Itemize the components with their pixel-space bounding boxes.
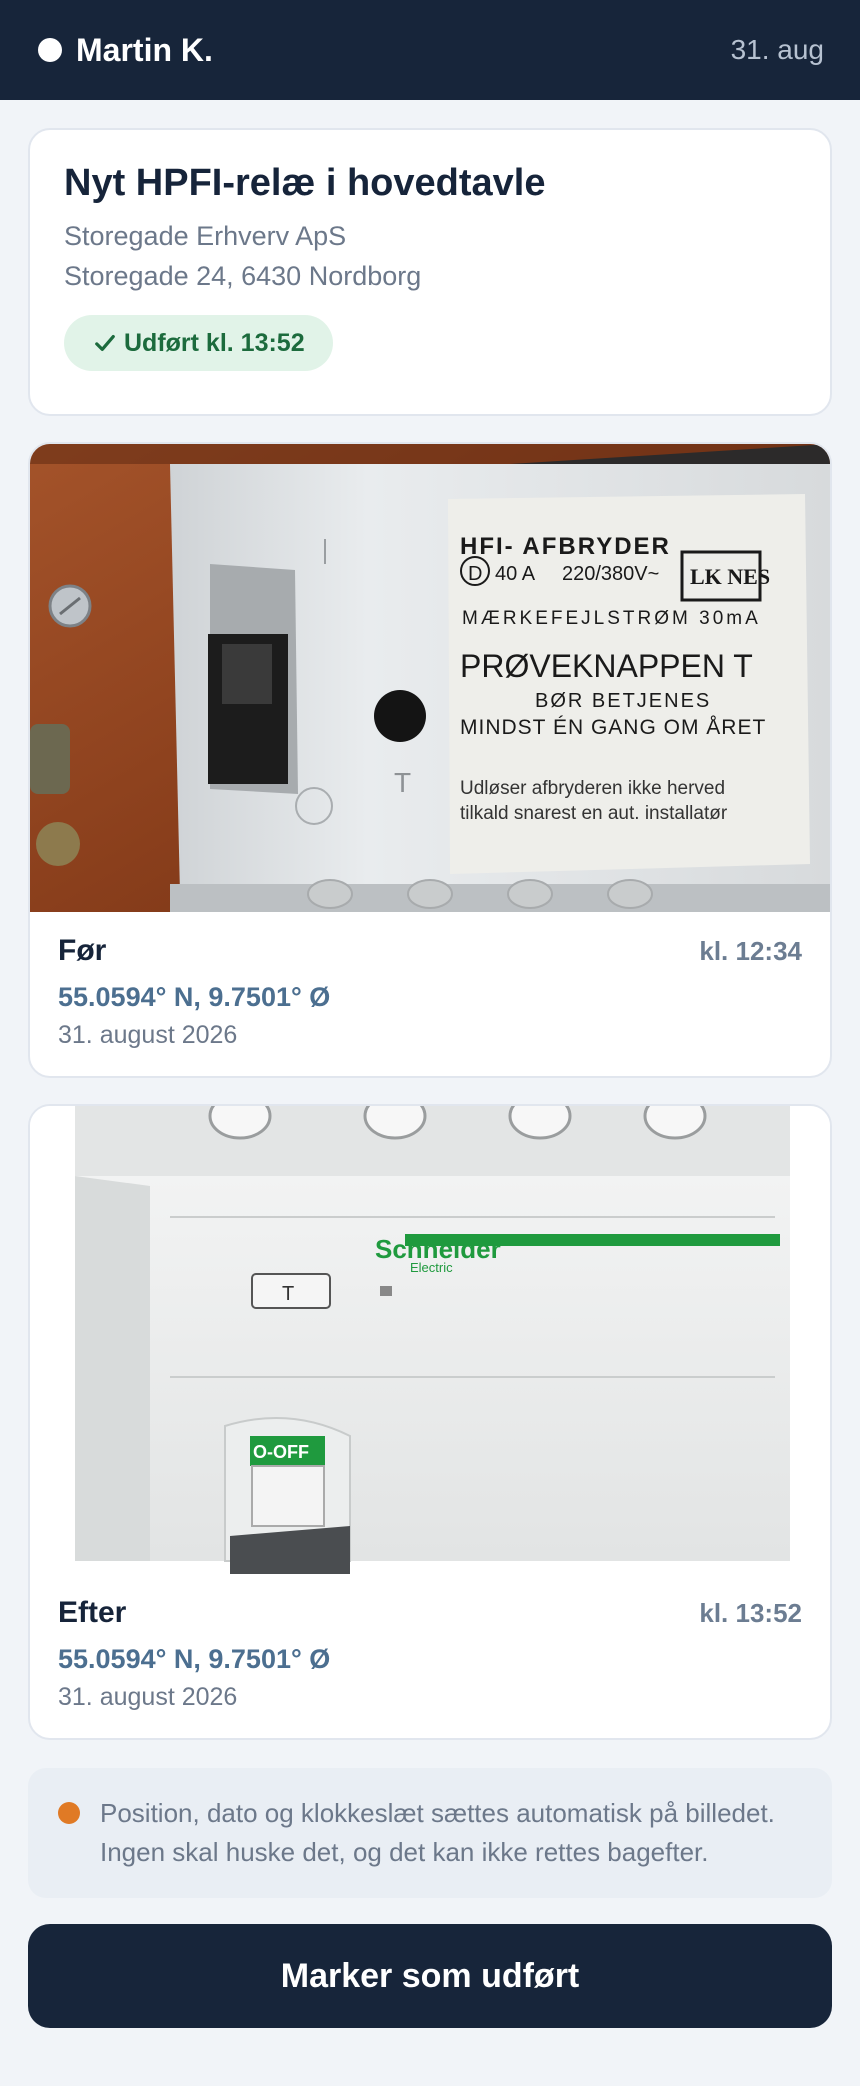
- info-note: Position, dato og klokkeslæt sættes auto…: [28, 1768, 832, 1898]
- info-note-text: Position, dato og klokkeslæt sættes auto…: [100, 1798, 775, 1867]
- top-bar: Martin K. 31. aug: [0, 0, 860, 100]
- label-line-8: MINDST ÉN GANG OM ÅRET: [460, 716, 766, 739]
- photo-time: kl. 12:34: [699, 936, 802, 966]
- photo-card-after: Schneider Electric T O-OFF Efter kl. 13:…: [28, 1104, 832, 1740]
- label-line-5: MÆRKEFEJLSTRØM 30mA: [462, 608, 761, 629]
- photo-coords: 55.0594° N, 9.7501° Ø: [58, 982, 331, 1012]
- test-button-mark: T: [394, 767, 411, 798]
- photo-label: Før: [58, 934, 107, 967]
- job-address: Storegade 24, 6430 Nordborg: [64, 261, 422, 291]
- mark-done-button[interactable]: Marker som udført: [28, 1924, 832, 2028]
- schneider-breaker-image: Schneider Electric T O-OFF: [30, 1106, 830, 1574]
- label-line-9: Udløser afbryderen ikke herved: [460, 778, 725, 799]
- label-line-2: D: [468, 563, 482, 585]
- status-text: Udført kl. 13:52: [124, 328, 305, 357]
- user-info: Martin K.: [38, 32, 213, 69]
- job-title: Nyt HPFI-relæ i hovedtavle: [64, 162, 546, 204]
- check-icon: [95, 334, 115, 352]
- label-line-6: PRØVEKNAPPEN T: [460, 648, 753, 684]
- photo-label: Efter: [58, 1596, 127, 1629]
- test-button-label: T: [282, 1283, 294, 1305]
- user-status-dot: [38, 38, 62, 62]
- after-photo[interactable]: Schneider Electric T O-OFF: [30, 1106, 830, 1574]
- schneider-logo-sub: Electric: [410, 1260, 453, 1275]
- lk-nes-logo: LK NES: [690, 564, 770, 589]
- label-line-4: 220/380V~: [562, 563, 659, 585]
- info-dot-icon: [58, 1802, 80, 1824]
- user-name: Martin K.: [76, 31, 213, 68]
- label-line-7: BØR BETJENES: [535, 690, 711, 712]
- off-label: O-OFF: [253, 1442, 309, 1462]
- header-date: 31. aug: [730, 34, 824, 65]
- photo-time: kl. 13:52: [699, 1598, 802, 1628]
- label-line-10: tilkald snarest en aut. installatør: [460, 803, 728, 824]
- after-meta: Efter kl. 13:52 55.0594° N, 9.7501° Ø 31…: [30, 1574, 830, 1712]
- label-line-3: 40 A: [495, 563, 536, 585]
- hfi-breaker-image: T HFI- AFBRYDER D 40 A 220/380V~ LK NES …: [30, 444, 830, 912]
- before-meta: Før kl. 12:34 55.0594° N, 9.7501° Ø 31. …: [30, 912, 830, 1050]
- before-photo[interactable]: T HFI- AFBRYDER D 40 A 220/380V~ LK NES …: [30, 444, 830, 912]
- label-line-1: HFI- AFBRYDER: [460, 533, 671, 560]
- photo-coords: 55.0594° N, 9.7501° Ø: [58, 1644, 331, 1674]
- job-company: Storegade Erhverv ApS: [64, 221, 347, 251]
- job-card: Nyt HPFI-relæ i hovedtavle Storegade Erh…: [28, 128, 832, 416]
- photo-date: 31. august 2026: [58, 1021, 238, 1049]
- photo-date: 31. august 2026: [58, 1683, 238, 1711]
- photo-card-before: T HFI- AFBRYDER D 40 A 220/380V~ LK NES …: [28, 442, 832, 1078]
- status-badge: Udført kl. 13:52: [64, 315, 333, 371]
